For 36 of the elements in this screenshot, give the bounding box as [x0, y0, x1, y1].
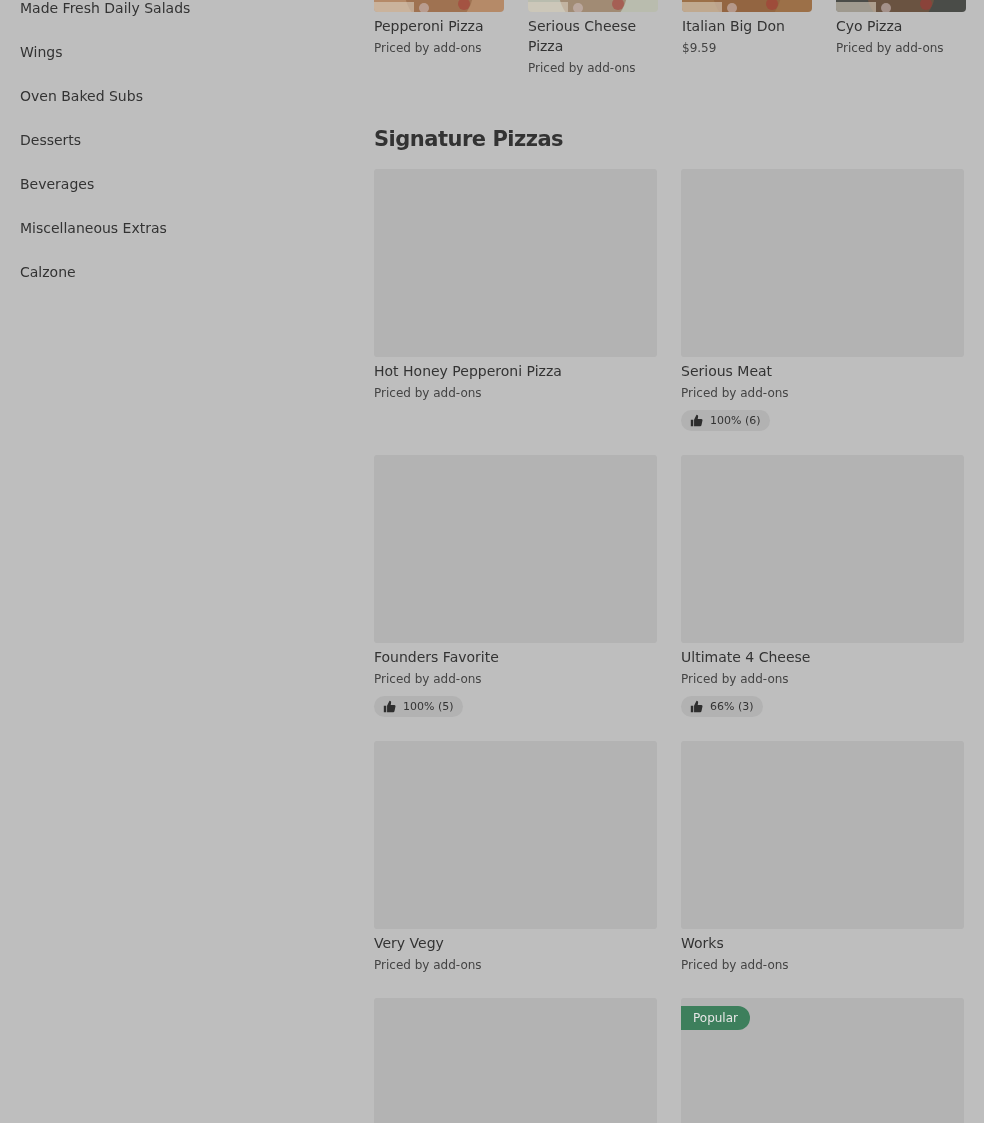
popular-tag: Popular	[681, 1006, 750, 1030]
item-name[interactable]: Works	[681, 933, 724, 953]
thumbs-up-icon	[690, 700, 703, 713]
item-price: Priced by add-ons	[374, 40, 482, 57]
item-price: Priced by add-ons	[374, 671, 482, 688]
category-link[interactable]: Calzone	[20, 250, 354, 294]
section-heading: Signature Pizzas	[374, 127, 565, 151]
item-name[interactable]: Hot Honey Pepperoni Pizza	[374, 361, 562, 381]
item-price: $9.59	[682, 40, 717, 57]
image-placeholder[interactable]	[681, 998, 964, 1123]
item-price: Priced by add-ons	[374, 385, 482, 402]
item-price: Priced by add-ons	[681, 671, 789, 688]
item-price: Priced by add-ons	[374, 957, 482, 974]
category-link[interactable]: Desserts	[20, 118, 354, 162]
item-name[interactable]: Cyo Pizza	[836, 16, 903, 36]
category-link[interactable]: Oven Baked Subs	[20, 74, 354, 118]
item-price: Priced by add-ons	[836, 40, 944, 57]
item-name[interactable]: Serious Cheese Pizza	[528, 16, 658, 56]
rating-text: 100% (6)	[710, 414, 761, 427]
category-link[interactable]: Made Fresh Daily Salads	[20, 0, 354, 30]
rating-text: 100% (5)	[403, 700, 454, 713]
item-name[interactable]: Italian Big Don	[682, 16, 785, 36]
item-name[interactable]: Very Vegy	[374, 933, 444, 953]
item-price: Priced by add-ons	[681, 385, 789, 402]
item-name[interactable]: Serious Meat	[681, 361, 773, 381]
category-link[interactable]: Miscellaneous Extras	[20, 206, 354, 250]
item-name[interactable]: Founders Favorite	[374, 647, 499, 667]
item-name[interactable]: Ultimate 4 Cheese	[681, 647, 811, 667]
thumbs-up-icon	[690, 414, 703, 427]
category-link[interactable]: Wings	[20, 30, 354, 74]
item-name[interactable]: Pepperoni Pizza	[374, 16, 484, 36]
rating-text: 66% (3)	[710, 700, 754, 713]
category-link[interactable]: Beverages	[20, 162, 354, 206]
item-price: Priced by add-ons	[528, 60, 636, 77]
thumbs-up-icon	[383, 700, 396, 713]
item-price: Priced by add-ons	[681, 957, 789, 974]
